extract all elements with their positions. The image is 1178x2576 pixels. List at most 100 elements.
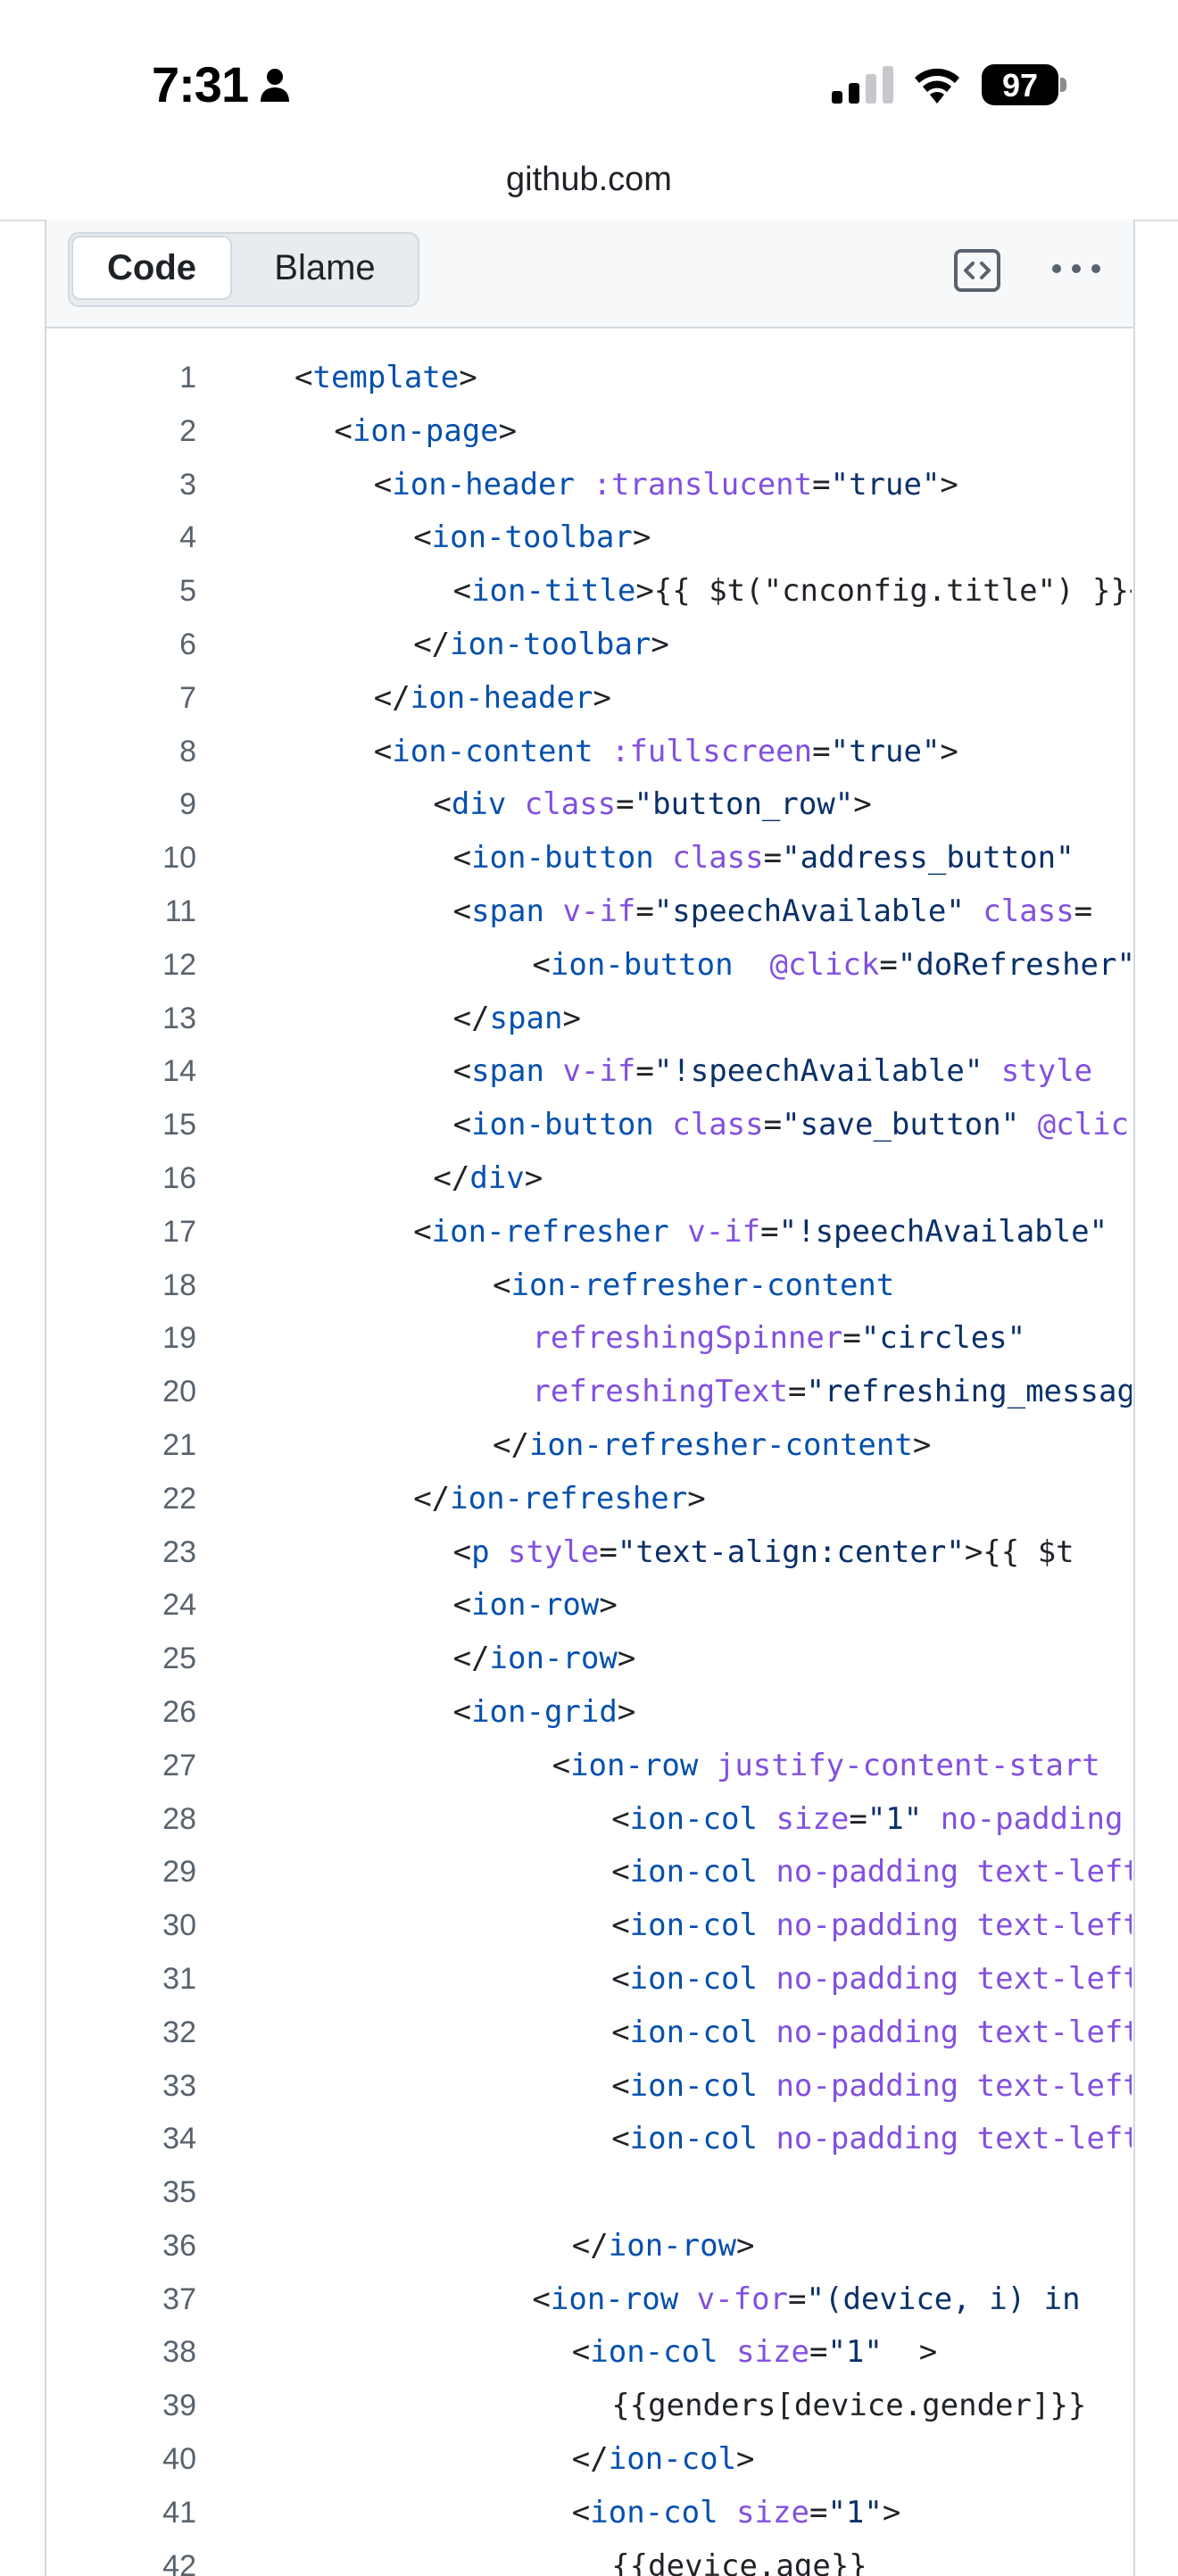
line-number[interactable]: 7	[46, 672, 196, 726]
line-content: <ion-col no-padding text-left	[611, 2113, 1132, 2166]
text-token: </	[493, 1426, 529, 1463]
line-number[interactable]: 30	[46, 1899, 196, 1953]
battery-indicator: 97	[982, 64, 1067, 105]
attribute-token: class	[672, 1107, 764, 1143]
line-content: <ion-button @click="doRefresher"	[532, 939, 1132, 993]
text-token: <	[413, 1213, 432, 1250]
code-line: 12 <ion-button @click="doRefresher"	[46, 939, 1132, 993]
line-number[interactable]: 41	[46, 2487, 196, 2540]
line-number[interactable]: 16	[46, 1152, 196, 1206]
text-token: <	[611, 2121, 630, 2157]
line-number[interactable]: 6	[46, 619, 196, 672]
attribute-token: class	[524, 786, 617, 823]
code-line: 13 </span>	[46, 993, 1132, 1046]
line-content: {{device.age}}	[611, 2540, 867, 2576]
browser-address-bar[interactable]: github.com	[0, 143, 1178, 221]
line-number[interactable]: 11	[46, 885, 196, 939]
line-number[interactable]: 2	[46, 405, 196, 459]
line-number[interactable]: 19	[46, 1312, 196, 1366]
attribute-token: no-padding	[776, 2067, 959, 2104]
line-number[interactable]: 17	[46, 1206, 196, 1259]
line-number[interactable]: 13	[46, 993, 196, 1046]
line-number[interactable]: 9	[46, 778, 196, 832]
code-line: 40 </ion-col>	[46, 2433, 1132, 2487]
line-number[interactable]: 20	[46, 1366, 196, 1419]
tag-token: ion-header	[392, 466, 575, 503]
text-token: =	[849, 1800, 867, 1837]
line-number[interactable]: 40	[46, 2433, 196, 2487]
attribute-token: @click	[1037, 1107, 1132, 1143]
tag-token: ion-row	[489, 1641, 618, 1677]
url-text[interactable]: github.com	[0, 161, 1178, 199]
code-line: 34 <ion-col no-padding text-left	[46, 2113, 1132, 2166]
line-number[interactable]: 42	[46, 2540, 196, 2576]
cellular-signal-icon	[832, 66, 893, 104]
text-token: >	[940, 733, 958, 769]
line-number[interactable]: 12	[46, 939, 196, 993]
code-line: 20 refreshingText="refreshing_message"	[46, 1366, 1132, 1419]
line-number[interactable]: 4	[46, 511, 196, 565]
line-number[interactable]: 18	[46, 1259, 196, 1313]
line-number[interactable]: 28	[46, 1793, 196, 1847]
text-token: =	[879, 946, 898, 983]
text-token: =	[635, 893, 654, 929]
line-number[interactable]: 21	[46, 1419, 196, 1473]
attribute-token: text-left	[976, 1960, 1132, 1997]
text-token: >{{ $t("cnconfig.title") }}</	[635, 573, 1132, 610]
line-number[interactable]: 27	[46, 1740, 196, 1793]
code-line: 4 <ion-toolbar>	[46, 511, 1132, 565]
line-number[interactable]: 34	[46, 2113, 196, 2166]
line-number[interactable]: 1	[46, 352, 196, 405]
text-token: >	[599, 1587, 618, 1624]
text-token: >	[617, 1693, 636, 1730]
string-token: "true"	[830, 733, 941, 769]
line-number[interactable]: 29	[46, 1846, 196, 1899]
tag-token: ion-button	[471, 1107, 654, 1143]
text-token: >	[562, 1000, 581, 1036]
code-line: 33 <ion-col no-padding text-left	[46, 2060, 1132, 2114]
line-number[interactable]: 24	[46, 1579, 196, 1633]
text-token: <	[334, 412, 353, 449]
line-number[interactable]: 14	[46, 1045, 196, 1099]
line-number[interactable]: 32	[46, 2007, 196, 2060]
line-number[interactable]: 26	[46, 1686, 196, 1740]
tag-token: ion-col	[629, 1960, 758, 1997]
line-number[interactable]: 8	[46, 726, 196, 779]
tag-token: ion-page	[352, 412, 499, 449]
tag-token: ion-row	[471, 1587, 600, 1624]
line-number[interactable]: 31	[46, 1953, 196, 2007]
code-line: 18 <ion-refresher-content	[46, 1259, 1132, 1313]
line-number[interactable]: 3	[46, 459, 196, 512]
text-token: =	[812, 466, 831, 503]
line-number[interactable]: 38	[46, 2326, 196, 2380]
line-content: <ion-page>	[334, 405, 517, 459]
line-number[interactable]: 25	[46, 1633, 196, 1686]
line-number[interactable]: 36	[46, 2220, 196, 2273]
tag-token: ion-col	[590, 2334, 718, 2371]
line-number[interactable]: 39	[46, 2380, 196, 2433]
line-number[interactable]: 23	[46, 1526, 196, 1580]
line-number[interactable]: 15	[46, 1099, 196, 1152]
attribute-token: no-padding	[776, 1907, 959, 1944]
line-number[interactable]: 10	[46, 832, 196, 885]
attribute-token: justify-content-start	[716, 1747, 1100, 1783]
line-number[interactable]: 5	[46, 565, 196, 619]
line-number[interactable]: 35	[46, 2166, 196, 2220]
text-token: <	[452, 840, 472, 877]
line-number[interactable]: 33	[46, 2060, 196, 2114]
code-line: 25 </ion-row>	[46, 1633, 1132, 1686]
code-line: 24 <ion-row>	[46, 1579, 1132, 1633]
line-number[interactable]: 37	[46, 2273, 196, 2327]
text-token: >	[632, 519, 651, 556]
line-number[interactable]: 22	[46, 1473, 196, 1526]
